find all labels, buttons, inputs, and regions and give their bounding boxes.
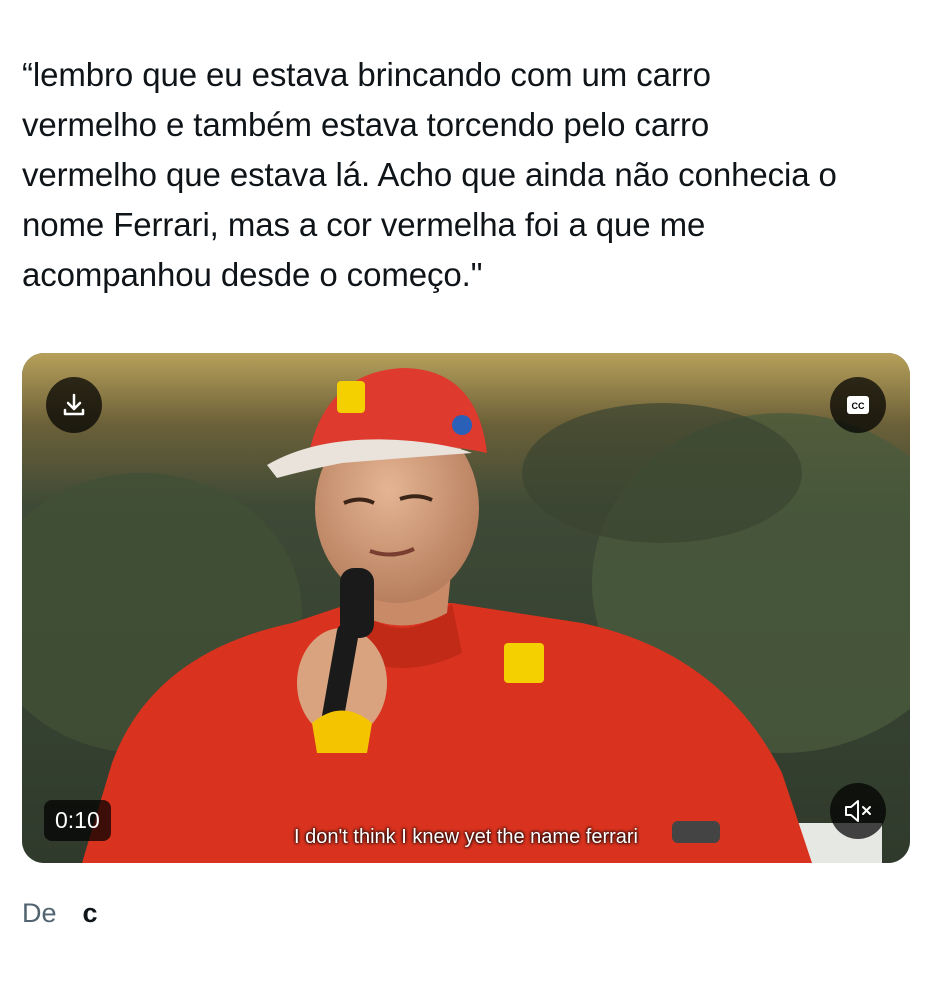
byline: De c bbox=[22, 898, 98, 929]
download-icon bbox=[63, 393, 85, 416]
post-text: “lembro que eu estava brincando com um c… bbox=[22, 56, 837, 293]
byline-author[interactable]: c bbox=[83, 898, 98, 928]
captions-button[interactable]: CC bbox=[830, 377, 886, 433]
closed-captions-icon: CC bbox=[847, 396, 869, 414]
byline-prefix: De bbox=[22, 898, 57, 928]
video-subtitle: I don't think I knew yet the name ferrar… bbox=[294, 826, 638, 848]
video-player[interactable]: CC 0:10 I don't think I knew yet the nam… bbox=[22, 353, 910, 863]
speaker-muted-icon bbox=[845, 800, 871, 822]
download-button[interactable] bbox=[46, 377, 102, 433]
svg-text:CC: CC bbox=[852, 401, 865, 411]
video-frame bbox=[22, 353, 910, 863]
